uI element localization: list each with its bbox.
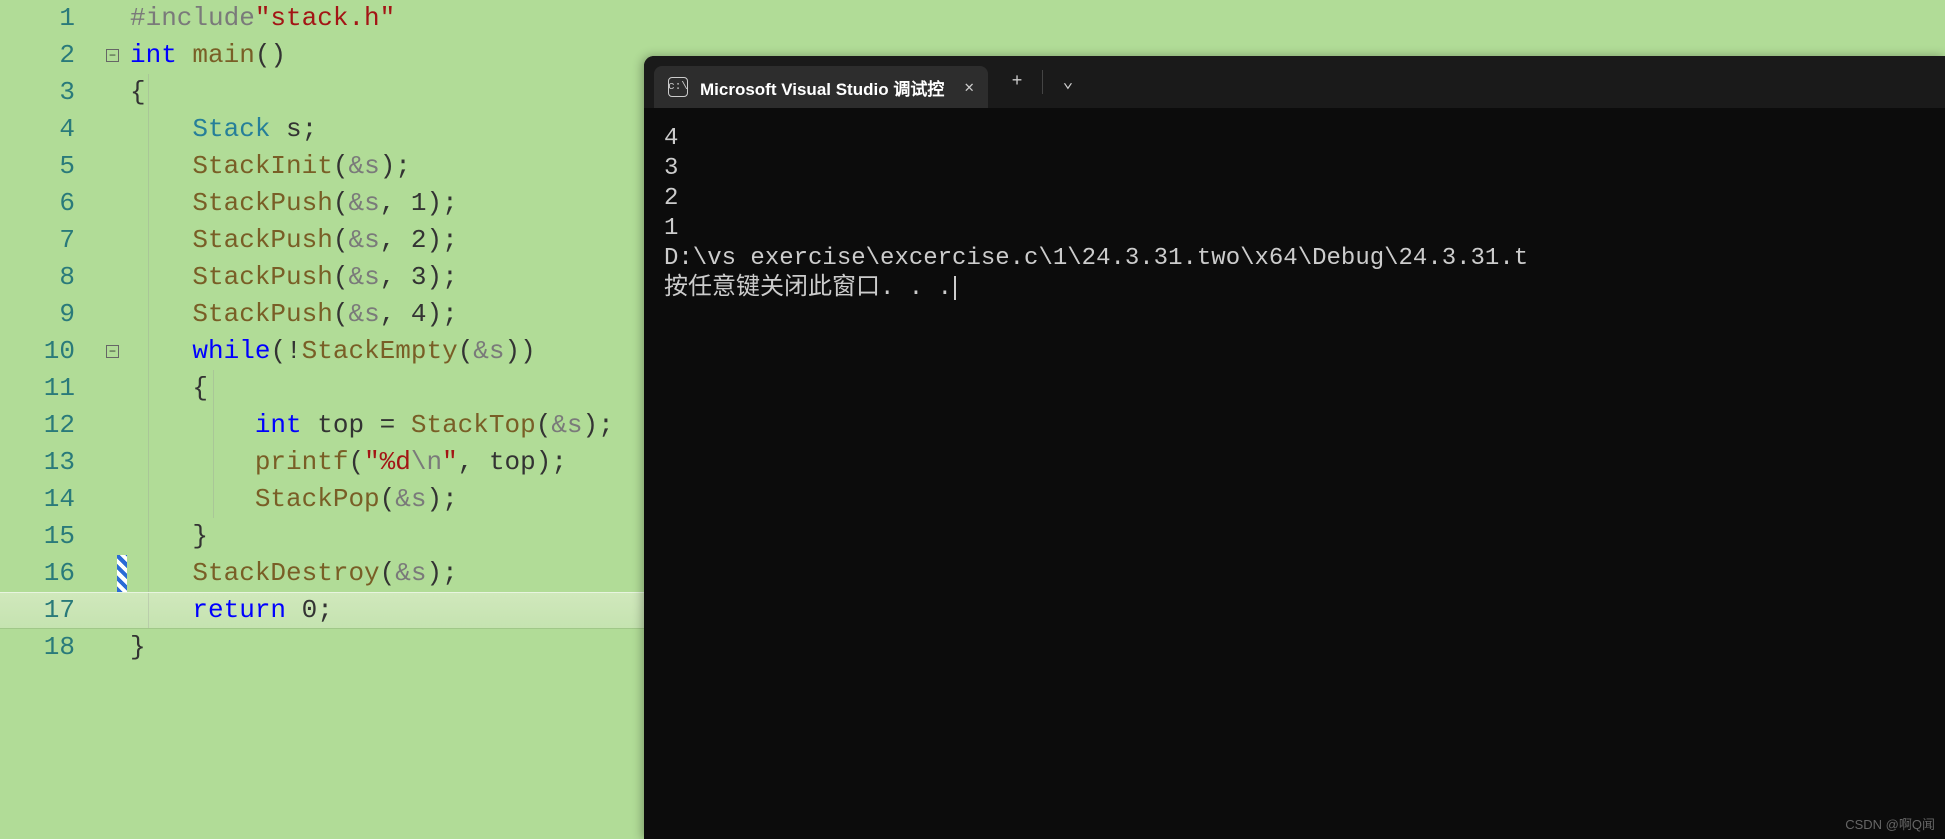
code-content: StackPush(&s, 2); (130, 222, 458, 259)
line-number: 8 (0, 259, 95, 296)
code-content: StackPush(&s, 4); (130, 296, 458, 333)
code-line[interactable]: 1 #include"stack.h" (0, 0, 1945, 37)
line-number: 7 (0, 222, 95, 259)
code-content: StackPush(&s, 1); (130, 185, 458, 222)
watermark: CSDN @啊Q闻 (1845, 814, 1935, 833)
line-number: 13 (0, 444, 95, 481)
line-number: 11 (0, 370, 95, 407)
line-number: 10 (0, 333, 95, 370)
code-content: int top = StackTop(&s); (130, 407, 614, 444)
terminal-icon: c:\ (668, 77, 688, 97)
code-content: StackInit(&s); (130, 148, 411, 185)
terminal-tab[interactable]: c:\ Microsoft Visual Studio 调试控 ✕ (654, 66, 988, 108)
cursor (954, 276, 956, 300)
line-number: 2 (0, 37, 95, 74)
code-content: { (130, 74, 146, 111)
tab-controls: + ⌄ (996, 64, 1089, 100)
line-number: 5 (0, 148, 95, 185)
output-line: 1 (664, 214, 1925, 244)
code-content: { (130, 370, 208, 407)
indent-guide (213, 370, 214, 407)
code-content: } (130, 518, 208, 555)
terminal-output[interactable]: 4 3 2 1 D:\vs exercise\excercise.c\1\24.… (644, 108, 1945, 320)
fold-collapse-icon[interactable]: − (106, 345, 119, 358)
code-content: int main() (130, 37, 286, 74)
output-line: 4 (664, 124, 1925, 154)
line-number: 9 (0, 296, 95, 333)
line-number: 1 (0, 0, 95, 37)
fold-gutter[interactable]: − (95, 345, 130, 358)
fold-gutter[interactable]: − (95, 49, 130, 62)
line-number: 18 (0, 629, 95, 666)
code-content: StackPop(&s); (130, 481, 458, 518)
output-line: 按任意键关闭此窗口. . . (664, 274, 1925, 304)
line-number: 6 (0, 185, 95, 222)
terminal-window[interactable]: c:\ Microsoft Visual Studio 调试控 ✕ + ⌄ 4 … (644, 56, 1945, 839)
modified-marker (117, 555, 127, 592)
new-tab-button[interactable]: + (996, 64, 1038, 100)
code-content: #include"stack.h" (130, 0, 395, 37)
code-content: StackPush(&s, 3); (130, 259, 458, 296)
close-icon[interactable]: ✕ (964, 77, 974, 97)
tab-dropdown-button[interactable]: ⌄ (1047, 64, 1089, 100)
output-line: 2 (664, 184, 1925, 214)
line-number: 17 (0, 592, 95, 629)
code-content: printf("%d\n", top); (130, 444, 567, 481)
line-number: 14 (0, 481, 95, 518)
terminal-tab-title: Microsoft Visual Studio 调试控 (700, 75, 944, 100)
line-number: 3 (0, 74, 95, 111)
code-content: Stack s; (130, 111, 317, 148)
line-number: 12 (0, 407, 95, 444)
terminal-title-bar[interactable]: c:\ Microsoft Visual Studio 调试控 ✕ + ⌄ (644, 56, 1945, 108)
fold-collapse-icon[interactable]: − (106, 49, 119, 62)
divider (1042, 70, 1043, 94)
line-number: 4 (0, 111, 95, 148)
code-content: while(!StackEmpty(&s)) (130, 333, 536, 370)
code-content: return 0; (130, 592, 333, 629)
line-number: 16 (0, 555, 95, 592)
code-content: } (130, 629, 146, 666)
output-line: 3 (664, 154, 1925, 184)
indent-guide (148, 74, 149, 111)
line-number: 15 (0, 518, 95, 555)
code-content: StackDestroy(&s); (130, 555, 458, 592)
output-line: D:\vs exercise\excercise.c\1\24.3.31.two… (664, 244, 1925, 274)
